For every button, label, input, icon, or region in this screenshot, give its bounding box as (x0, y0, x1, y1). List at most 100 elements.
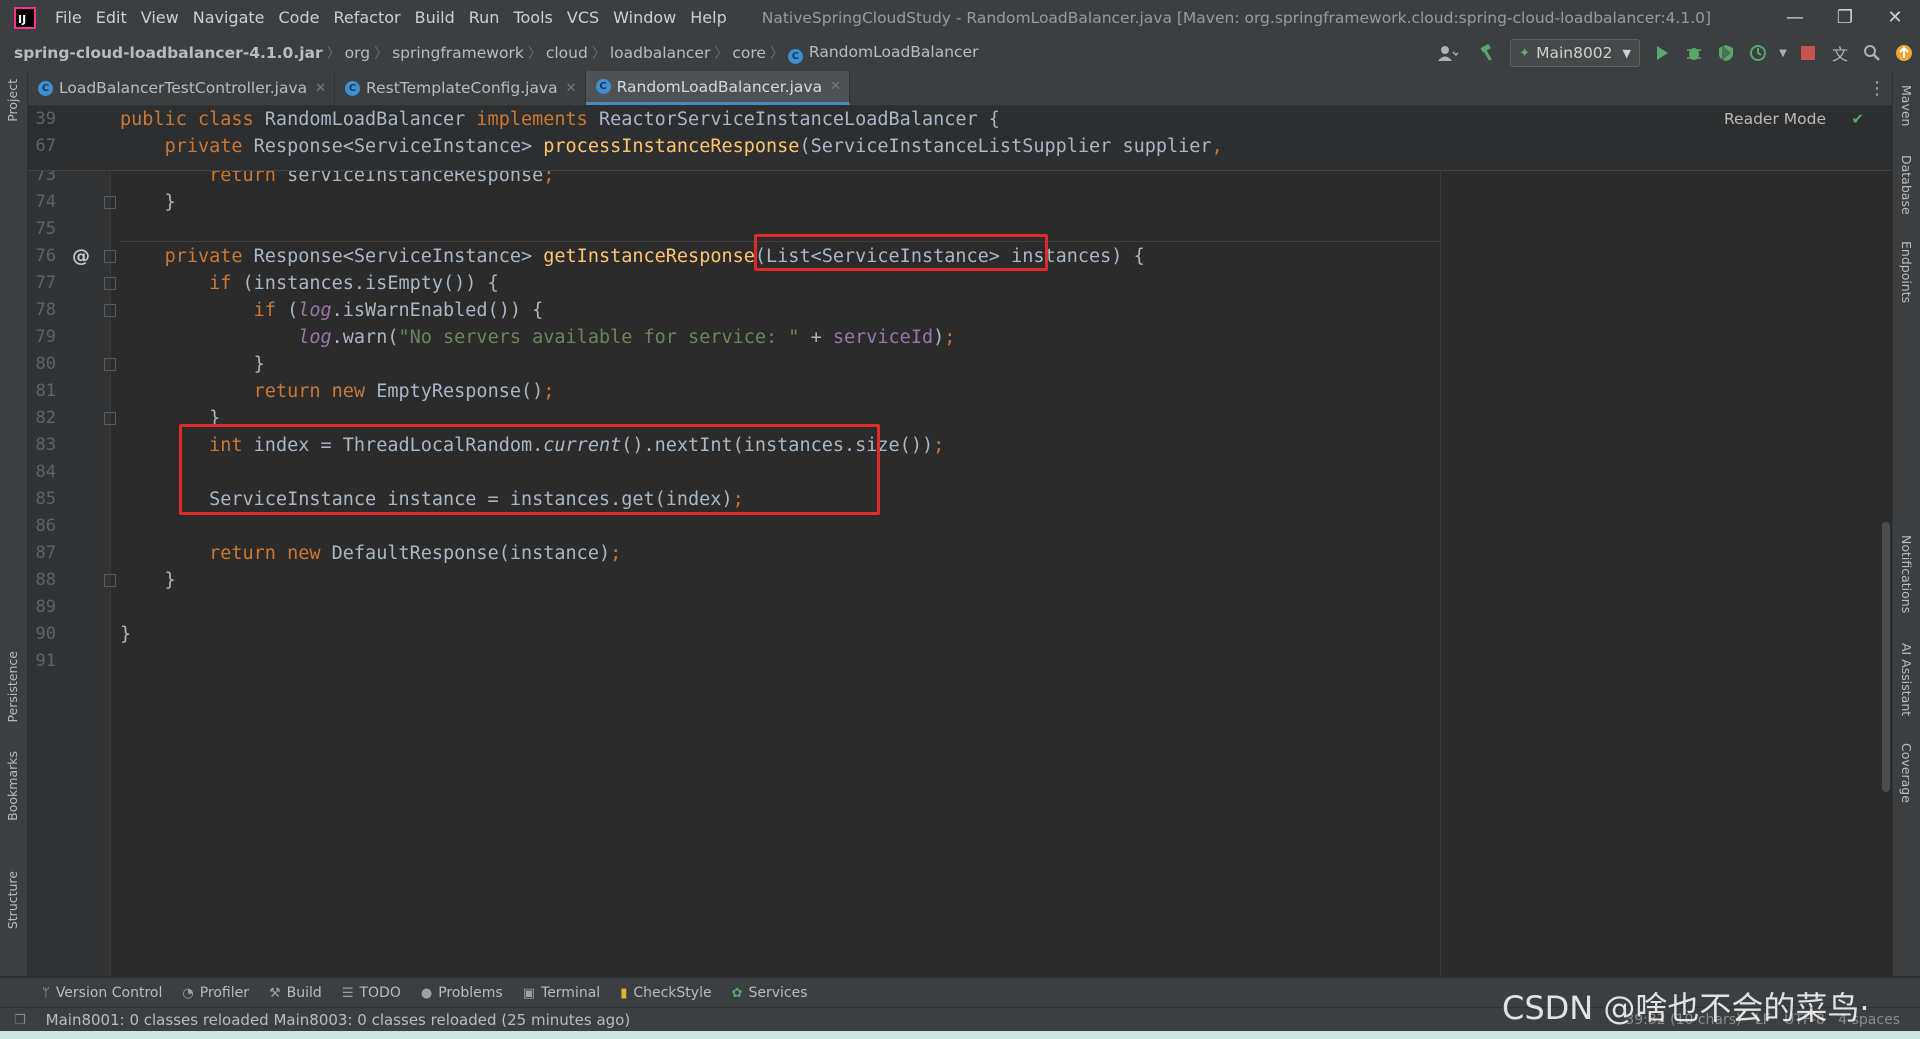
tool-window-endpoints[interactable]: Endpoints (1899, 241, 1914, 303)
run-configuration-select[interactable]: ✦ Main8002 ▼ (1510, 39, 1640, 67)
code-line[interactable]: } (120, 351, 265, 378)
tool-terminal[interactable]: ▣ Terminal (523, 985, 600, 1001)
menu-tools[interactable]: Tools (506, 8, 559, 27)
fold-icon[interactable] (104, 250, 116, 263)
breadcrumb-springframework[interactable]: springframework (388, 44, 528, 62)
line-number: 86 (35, 516, 56, 536)
tool-version-control[interactable]: ᛘ Version Control (42, 985, 162, 1001)
translate-icon[interactable]: 文 (1826, 39, 1854, 67)
tool-window-coverage[interactable]: Coverage (1899, 743, 1914, 803)
services-icon: ✿ (731, 985, 743, 1001)
override-marker-icon[interactable]: @ (72, 243, 90, 270)
breadcrumb-loadbalancer[interactable]: loadbalancer (606, 44, 715, 62)
tool-profiler[interactable]: ◔ Profiler (182, 985, 249, 1001)
line-number: 84 (35, 462, 56, 482)
search-icon[interactable] (1858, 39, 1886, 67)
fold-icon[interactable] (104, 196, 116, 209)
breadcrumb-class[interactable]: C RandomLoadBalancer (784, 43, 983, 64)
tool-window-structure[interactable]: Structure (5, 871, 20, 929)
chevron-down-icon[interactable]: ▼ (1776, 39, 1790, 67)
terminal-icon: ▣ (522, 985, 536, 1001)
close-window-button[interactable]: ✕ (1870, 0, 1920, 35)
tab-loadbalancer-test-controller[interactable]: C LoadBalancerTestController.java ✕ (28, 71, 336, 105)
code-line[interactable]: } (120, 189, 176, 216)
code-line[interactable]: } (120, 621, 131, 648)
tool-window-maven[interactable]: Maven (1899, 85, 1914, 126)
intellij-logo-icon[interactable]: IJ (14, 6, 36, 29)
code-line[interactable]: if (instances.isEmpty()) { (120, 270, 499, 297)
tool-problems[interactable]: ● Problems (421, 985, 503, 1001)
profile-icon[interactable] (1744, 39, 1772, 67)
run-configuration-label: Main8002 (1536, 44, 1613, 62)
line-number: 90 (35, 624, 56, 644)
tool-window-ai-assistant[interactable]: AI Assistant (1899, 643, 1914, 716)
tab-label: LoadBalancerTestController.java (59, 79, 308, 97)
menu-code[interactable]: Code (272, 8, 327, 27)
fold-icon[interactable] (104, 412, 116, 425)
menu-edit[interactable]: Edit (89, 8, 134, 27)
line-number: 77 (35, 273, 56, 293)
hammer-icon[interactable] (1474, 39, 1502, 67)
tool-services[interactable]: ✿ Services (732, 985, 808, 1001)
menu-build[interactable]: Build (408, 8, 462, 27)
tool-window-persistence[interactable]: Persistence (5, 651, 20, 723)
breadcrumb-core[interactable]: core (728, 44, 770, 62)
tab-random-load-balancer[interactable]: C RandomLoadBalancer.java ✕ (585, 71, 850, 105)
tool-window-bookmarks[interactable]: Bookmarks (5, 751, 20, 821)
close-icon[interactable]: ✕ (566, 81, 577, 96)
code-line[interactable]: public class RandomLoadBalancer implemen… (120, 106, 1000, 133)
close-icon[interactable]: ✕ (315, 81, 326, 96)
minimize-button[interactable]: — (1770, 0, 1820, 35)
menu-help[interactable]: Help (683, 8, 733, 27)
tab-rest-template-config[interactable]: C RestTemplateConfig.java ✕ (335, 71, 586, 105)
debug-icon[interactable] (1680, 39, 1708, 67)
fold-icon[interactable] (104, 574, 116, 587)
run-icon[interactable] (1648, 39, 1676, 67)
code-line[interactable]: return new DefaultResponse(instance); (120, 540, 621, 567)
tool-window-notifications[interactable]: Notifications (1899, 535, 1914, 613)
sticky-lines: 39 public class RandomLoadBalancer implem… (28, 106, 1892, 171)
code-editor[interactable]: 39 public class RandomLoadBalancer implem… (28, 106, 1892, 976)
tool-checkstyle[interactable]: ▮ CheckStyle (620, 985, 711, 1001)
menu-run[interactable]: Run (462, 8, 507, 27)
breadcrumb-org[interactable]: org (341, 44, 374, 62)
tool-window-project[interactable]: Project (5, 79, 20, 122)
vertical-scrollbar[interactable] (1882, 522, 1890, 792)
menu-refactor[interactable]: Refactor (326, 8, 407, 27)
coverage-icon[interactable] (1712, 39, 1740, 67)
code-line[interactable]: } (120, 567, 176, 594)
tool-todo[interactable]: ☰ TODO (342, 985, 401, 1001)
close-icon[interactable]: ✕ (830, 79, 841, 94)
tool-label: TODO (359, 985, 401, 1001)
line-number: 83 (35, 435, 56, 455)
code-line[interactable]: private Response<ServiceInstance> proces… (120, 133, 1223, 160)
info-icon: ● (420, 985, 433, 1001)
menu-view[interactable]: View (134, 8, 186, 27)
user-icon[interactable] (1434, 39, 1462, 67)
reader-mode-toggle[interactable]: Reader Mode (1724, 106, 1826, 133)
breadcrumb-jar[interactable]: spring-cloud-loadbalancer-4.1.0.jar (0, 44, 327, 62)
list-icon: ☰ (341, 985, 354, 1001)
menu-file[interactable]: File (48, 8, 89, 27)
more-vertical-icon[interactable]: ⋮ (1868, 71, 1886, 105)
breadcrumb-class-label: RandomLoadBalancer (808, 42, 979, 61)
code-line[interactable]: return new EmptyResponse(); (120, 378, 555, 405)
code-line[interactable]: log.warn("No servers available for servi… (120, 324, 955, 351)
menu-navigate[interactable]: Navigate (186, 8, 272, 27)
line-number: 79 (35, 327, 56, 347)
breadcrumb-cloud[interactable]: cloud (542, 44, 592, 62)
panel-toggle-icon[interactable]: ❐ (14, 1013, 26, 1028)
tool-window-database[interactable]: Database (1899, 155, 1914, 215)
fold-icon[interactable] (104, 358, 116, 371)
tool-build[interactable]: ⚒ Build (269, 985, 322, 1001)
fold-icon[interactable] (104, 304, 116, 317)
menu-window[interactable]: Window (606, 8, 683, 27)
code-line[interactable]: if (log.isWarnEnabled()) { (120, 297, 544, 324)
stop-icon[interactable] (1794, 39, 1822, 67)
update-icon[interactable] (1890, 39, 1918, 67)
line-number: 39 (35, 109, 56, 129)
line-number: 82 (35, 408, 56, 428)
fold-icon[interactable] (104, 277, 116, 290)
menu-vcs[interactable]: VCS (560, 8, 606, 27)
restore-button[interactable]: ❐ (1820, 0, 1870, 35)
